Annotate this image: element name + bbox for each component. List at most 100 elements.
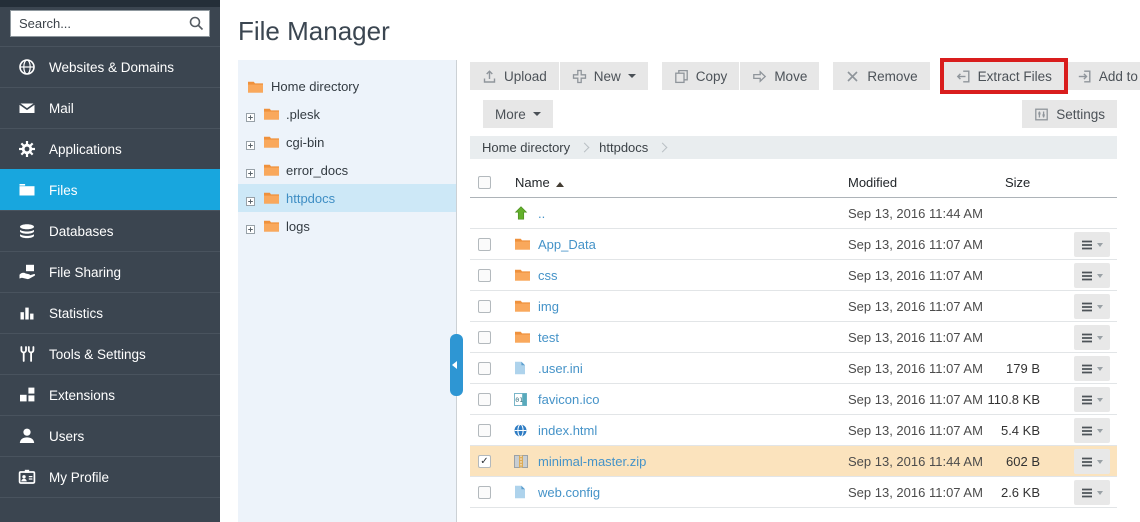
folder-icon (263, 163, 280, 177)
mail-icon (17, 99, 37, 117)
folder-icon (263, 107, 280, 121)
tree-item-label: cgi-bin (286, 135, 324, 150)
sidebar-item-label: Applications (49, 142, 122, 157)
sidebar-item-statistics[interactable]: Statistics (0, 292, 220, 333)
file-name-link[interactable]: web.config (538, 485, 600, 500)
column-header-size[interactable]: Size (1005, 175, 1030, 190)
file-name-link[interactable]: minimal-master.zip (538, 454, 646, 469)
button-label: Remove (867, 69, 917, 84)
file-name-link[interactable]: img (538, 299, 559, 314)
sidebar-menu: Websites & Domains Mail Applications Fil… (0, 46, 220, 497)
breadcrumb-item-home-directory[interactable]: Home directory (482, 140, 570, 155)
row-checkbox[interactable]: ✓ (478, 455, 491, 468)
size-cell: 110.8 KB (930, 392, 1040, 407)
add-to-archive-button[interactable]: Add to Archive (1065, 62, 1140, 90)
row-menu-button[interactable] (1074, 418, 1110, 443)
row-checkbox[interactable] (478, 331, 491, 344)
sidebar: Websites & Domains Mail Applications Fil… (0, 0, 220, 522)
table-row-index-html: index.html Sep 13, 2016 11:07 AM 5.4 KB (470, 415, 1117, 446)
folder-icon (263, 219, 280, 233)
sidebar-item-my-profile[interactable]: My Profile (0, 456, 220, 497)
row-checkbox[interactable] (478, 486, 491, 499)
table-row-: .. Sep 13, 2016 11:44 AM (470, 198, 1117, 229)
tree-item-error-docs[interactable]: error_docs (238, 156, 456, 184)
settings-sliders-icon (1034, 107, 1049, 122)
file-name-link[interactable]: .user.ini (538, 361, 583, 376)
menu-bars-icon (1081, 333, 1093, 343)
row-checkbox[interactable] (478, 362, 491, 375)
sidebar-item-label: Mail (49, 101, 74, 116)
copy-button[interactable]: Copy (662, 62, 740, 90)
row-menu-button[interactable] (1074, 263, 1110, 288)
expand-plus-icon[interactable] (246, 194, 255, 203)
sidebar-divider (0, 497, 220, 498)
settings-button[interactable]: Settings (1022, 100, 1117, 128)
table-row-css: css Sep 13, 2016 11:07 AM (470, 260, 1117, 291)
search-icon[interactable] (189, 16, 204, 31)
expand-plus-icon[interactable] (246, 110, 255, 119)
sidebar-item-mail[interactable]: Mail (0, 87, 220, 128)
expand-plus-icon[interactable] (246, 166, 255, 175)
file-name-link[interactable]: .. (538, 206, 545, 221)
search-input[interactable] (10, 10, 210, 37)
row-menu-button[interactable] (1074, 480, 1110, 505)
size-cell: 5.4 KB (930, 423, 1040, 438)
tree-item-label: Home directory (271, 79, 359, 94)
tree-item-cgi-bin[interactable]: cgi-bin (238, 128, 456, 156)
move-button[interactable]: Move (740, 62, 819, 90)
tree-item-label: .plesk (286, 107, 320, 122)
file-name-link[interactable]: test (538, 330, 559, 345)
sidebar-item-file-sharing[interactable]: File Sharing (0, 251, 220, 292)
row-checkbox[interactable] (478, 424, 491, 437)
more-button-label: More (495, 107, 526, 122)
row-menu-button[interactable] (1074, 387, 1110, 412)
tree-item-plesk[interactable]: .plesk (238, 100, 456, 128)
column-header-name[interactable]: Name (515, 175, 564, 190)
row-menu-button[interactable] (1074, 232, 1110, 257)
size-cell: 179 B (930, 361, 1040, 376)
plus-icon (572, 69, 587, 84)
sidebar-item-tools-settings[interactable]: Tools & Settings (0, 333, 220, 374)
sidebar-item-files[interactable]: Files (0, 169, 220, 210)
expand-plus-icon[interactable] (246, 138, 255, 147)
new-button[interactable]: New (560, 62, 648, 90)
row-menu-button[interactable] (1074, 294, 1110, 319)
file-name-link[interactable]: favicon.ico (538, 392, 599, 407)
row-checkbox[interactable] (478, 300, 491, 313)
file-name-link[interactable]: App_Data (538, 237, 596, 252)
row-menu-button[interactable] (1074, 356, 1110, 381)
remove-button[interactable]: Remove (833, 62, 929, 90)
more-button[interactable]: More (483, 100, 553, 128)
row-menu-button[interactable] (1074, 449, 1110, 474)
tree-item-logs[interactable]: logs (238, 212, 456, 240)
remove-icon (845, 69, 860, 84)
folder-icon (247, 80, 264, 94)
row-checkbox[interactable] (478, 393, 491, 406)
directory-tree: Home directory .plesk cgi-bin error_docs… (238, 60, 456, 240)
toolbar-button-group: Remove (833, 62, 929, 90)
column-header-modified[interactable]: Modified (848, 175, 897, 190)
menu-bars-icon (1081, 364, 1093, 374)
tree-item-home-directory[interactable]: Home directory (238, 73, 456, 100)
tree-collapse-handle[interactable] (450, 334, 463, 396)
toolbar: Upload New Copy Move Remove Extract File… (470, 62, 1140, 90)
sidebar-item-extensions[interactable]: Extensions (0, 374, 220, 415)
select-all-checkbox[interactable] (478, 176, 491, 189)
row-menu-button[interactable] (1074, 325, 1110, 350)
sidebar-item-applications[interactable]: Applications (0, 128, 220, 169)
file-name-link[interactable]: index.html (538, 423, 597, 438)
sidebar-item-databases[interactable]: Databases (0, 210, 220, 251)
extract-files-button[interactable]: Extract Files (944, 62, 1064, 90)
folder-icon (263, 191, 280, 205)
chevron-down-icon (1097, 274, 1103, 278)
sidebar-item-users[interactable]: Users (0, 415, 220, 456)
breadcrumb-item-httpdocs[interactable]: httpdocs (599, 140, 648, 155)
sidebar-item-websites-domains[interactable]: Websites & Domains (0, 46, 220, 87)
upload-icon (482, 69, 497, 84)
tree-item-httpdocs[interactable]: httpdocs (238, 184, 456, 212)
file-name-link[interactable]: css (538, 268, 558, 283)
row-checkbox[interactable] (478, 238, 491, 251)
row-checkbox[interactable] (478, 269, 491, 282)
upload-button[interactable]: Upload (470, 62, 559, 90)
expand-plus-icon[interactable] (246, 222, 255, 231)
